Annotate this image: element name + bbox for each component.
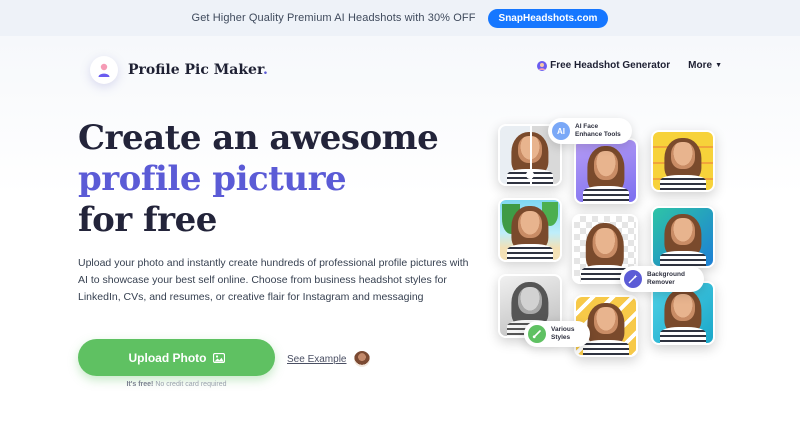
sample-photo-beach [498, 198, 562, 262]
ai-icon: AI [552, 122, 570, 140]
nav-free-headshot-generator[interactable]: Free Headshot Generator [537, 60, 670, 71]
brush-icon [528, 325, 546, 343]
upload-label: Upload Photo [128, 350, 207, 365]
free-note-rest: No credit card required [153, 381, 227, 388]
avatar-icon [537, 60, 548, 71]
image-icon [212, 352, 225, 363]
headline-line-3: for free [78, 200, 217, 240]
hero-headline: Create an awesome profile picture for fr… [78, 118, 439, 241]
see-example-label: See Example [287, 353, 347, 365]
promo-bar: Get Higher Quality Premium AI Headshots … [0, 0, 800, 36]
see-example-link[interactable]: See Example [287, 351, 371, 367]
badge-label-enhance: AI Face Enhance Tools [575, 123, 621, 138]
free-note: It's free! No credit card required [78, 381, 275, 388]
nav-more[interactable]: More ▼ [688, 60, 722, 71]
caret-down-icon: ▼ [715, 62, 722, 69]
promo-text: Get Higher Quality Premium AI Headshots … [191, 12, 476, 24]
free-note-strong: It's free! [126, 381, 154, 388]
sample-photo-yellow [651, 130, 715, 192]
nav-label-headshot: Free Headshot Generator [550, 60, 671, 71]
logo[interactable]: Profile Pic Maker. [90, 56, 268, 84]
badge-background-remover: Background Remover [620, 266, 704, 292]
badge-ai-face-enhance: AI AI Face Enhance Tools [548, 118, 632, 144]
badge-label-styles: Various Styles [551, 326, 575, 341]
example-avatar [354, 351, 371, 367]
sample-photo-purple [574, 138, 638, 204]
upload-photo-button[interactable]: Upload Photo [78, 339, 275, 376]
headline-line-1: Create an awesome [78, 118, 439, 158]
hero-description: Upload your photo and instantly create h… [78, 257, 469, 303]
brand-name: Profile Pic Maker. [128, 62, 268, 78]
headline-line-2: profile picture [78, 159, 347, 199]
magic-wand-icon [624, 270, 642, 288]
promo-button[interactable]: SnapHeadshots.com [487, 8, 609, 28]
sample-photo-teal [651, 206, 715, 268]
badge-label-remover: Background Remover [647, 271, 685, 286]
badge-various-styles: Various Styles [524, 321, 590, 347]
nav-label-more: More [688, 60, 713, 71]
top-nav: Free Headshot Generator More ▼ [537, 60, 722, 71]
logo-avatar-icon [90, 56, 118, 84]
